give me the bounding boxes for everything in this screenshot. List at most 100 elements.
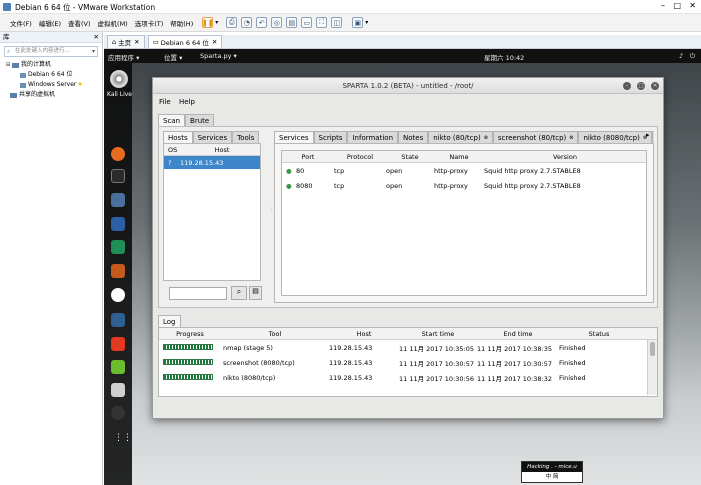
tab-scroll-right-icon[interactable]: ▸	[646, 131, 650, 139]
tab-close-icon[interactable]: ⊗	[569, 135, 573, 141]
tab-home[interactable]: ⌂ 主页 ✕	[107, 35, 145, 48]
col-host[interactable]: Host	[184, 146, 260, 154]
armitage-icon[interactable]	[111, 240, 125, 254]
menu-help[interactable]: Help	[179, 98, 195, 106]
tree-vm-windows[interactable]: Windows Server ★	[6, 80, 102, 90]
tab-brute[interactable]: Brute	[185, 114, 215, 126]
col-version[interactable]: Version	[484, 153, 646, 161]
sparta-maximize-icon[interactable]: □	[637, 82, 645, 90]
library-search-input[interactable]: ⌕ 在此处键入内容进行... ▾	[4, 46, 98, 57]
sparta-close-icon[interactable]: ✕	[651, 82, 659, 90]
show-apps-icon[interactable]: ⋮⋮	[114, 433, 132, 443]
col-state[interactable]: State	[386, 153, 434, 161]
burp-icon[interactable]	[111, 264, 125, 278]
tab-scripts[interactable]: Scripts	[313, 131, 348, 143]
fullscreen-icon[interactable]: ⛶	[316, 17, 328, 28]
revert-icon[interactable]: ↶	[256, 17, 268, 28]
maximize-icon[interactable]: □	[673, 1, 681, 10]
tab-nikto-8080[interactable]: nikto (8080/tcp) ⊗	[578, 131, 653, 143]
col-name[interactable]: Name	[434, 153, 484, 161]
tab-screenshot-8080[interactable]: scr	[652, 131, 654, 143]
search-dropdown-icon[interactable]: ▾	[92, 47, 95, 56]
volume-icon[interactable]: ♪	[679, 52, 683, 60]
log-row[interactable]: nmap (stage 5) 119.28.15.43 11 11月 2017 10…	[159, 340, 657, 355]
tree-my-computer[interactable]: ⊟ 我的计算机	[6, 60, 102, 70]
snapshot-icon[interactable]: ◔	[241, 17, 253, 28]
sparta-minimize-icon[interactable]: –	[623, 82, 631, 90]
host-filter-input[interactable]	[169, 287, 227, 300]
leafpad-icon[interactable]	[111, 360, 125, 374]
log-scrollbar[interactable]	[647, 340, 657, 395]
menu-view[interactable]: 查看(V)	[68, 18, 91, 28]
console-view-icon[interactable]: ▣	[352, 17, 364, 28]
tab-services[interactable]: Services	[274, 131, 314, 143]
sparta-icon[interactable]	[111, 313, 125, 327]
files-icon[interactable]	[111, 193, 125, 207]
places-menu[interactable]: 位置 ▾	[164, 52, 182, 62]
log-row[interactable]: nikto (8080/tcp) 119.28.15.43 11 11月 2017 …	[159, 370, 657, 385]
sidebar-toggle-icon[interactable]: ▤	[286, 17, 298, 28]
firefox-icon[interactable]	[111, 147, 125, 161]
menu-file[interactable]: File	[159, 98, 171, 106]
app-icon[interactable]	[111, 383, 125, 397]
tab-nikto-80[interactable]: nikto (80/tcp) ⊗	[428, 131, 493, 143]
metasploit-icon[interactable]	[111, 217, 125, 231]
tab-log[interactable]: Log	[158, 315, 181, 327]
tree-shared-vms[interactable]: 共享的虚拟机	[6, 90, 102, 100]
filter-button[interactable]: ▤	[249, 286, 262, 300]
tab-debian[interactable]: ▭ Debian 6 64 位 ✕	[147, 35, 223, 48]
tab-services-left[interactable]: Services	[192, 131, 233, 143]
menu-tabs[interactable]: 选项卡(T)	[135, 18, 164, 28]
search-button[interactable]: ⌕	[231, 286, 247, 300]
col-start-time[interactable]: Start time	[399, 330, 477, 338]
maltego-icon[interactable]	[111, 288, 125, 302]
library-close-icon[interactable]: ✕	[94, 32, 99, 43]
host-row[interactable]: ? 119.28.15.43	[164, 156, 260, 169]
col-log-host[interactable]: Host	[329, 330, 399, 338]
col-port[interactable]: Port	[282, 153, 334, 161]
col-protocol[interactable]: Protocol	[334, 153, 386, 161]
col-progress[interactable]: Progress	[159, 330, 221, 338]
tab-notes[interactable]: Notes	[398, 131, 429, 143]
send-keys-icon[interactable]: ⎙	[226, 17, 238, 28]
tab-scan[interactable]: Scan	[158, 114, 186, 126]
service-row[interactable]: ● 8080 tcp open http-proxy Squid http pr…	[282, 178, 646, 193]
col-tool[interactable]: Tool	[221, 330, 329, 338]
log-row[interactable]: screenshot (8080/tcp) 119.28.15.43 11 11月 …	[159, 355, 657, 370]
console-dropdown-icon[interactable]: ▾	[365, 19, 368, 26]
disc-icon[interactable]	[110, 70, 128, 88]
tab-information[interactable]: Information	[347, 131, 399, 143]
menu-edit[interactable]: 编辑(E)	[39, 18, 61, 28]
close-icon[interactable]: ✕	[689, 1, 696, 10]
kali-dragon-icon[interactable]	[111, 406, 125, 420]
clock[interactable]: 星期六 10:42	[484, 52, 524, 62]
service-row[interactable]: ● 80 tcp open http-proxy Squid http prox…	[282, 163, 646, 178]
tab-close-icon[interactable]: ✕	[134, 38, 139, 46]
menu-vm[interactable]: 虚拟机(M)	[98, 18, 128, 28]
tab-close-icon[interactable]: ⊗	[484, 135, 488, 141]
tab-tools[interactable]: Tools	[232, 131, 260, 143]
terminal-icon[interactable]	[111, 169, 125, 183]
col-status[interactable]: Status	[559, 330, 639, 338]
col-os[interactable]: OS	[164, 146, 184, 154]
minimize-icon[interactable]: –	[661, 1, 665, 10]
unity-icon[interactable]: ◫	[331, 17, 343, 28]
scrollbar-thumb[interactable]	[650, 342, 655, 356]
power-icon[interactable]: ⏻	[690, 52, 695, 61]
menu-file[interactable]: 文件(F)	[10, 18, 32, 28]
sparta-title-bar[interactable]: SPARTA 1.0.2 (BETA) - untitled - /root/ …	[153, 78, 663, 94]
col-end-time[interactable]: End time	[477, 330, 559, 338]
applications-menu[interactable]: 应用程序 ▾	[108, 52, 139, 62]
tab-close-icon[interactable]: ✕	[212, 38, 217, 46]
faraday-icon[interactable]	[111, 337, 125, 351]
tab-hosts[interactable]: Hosts	[163, 131, 193, 143]
active-app-menu[interactable]: Sparta.py ▾	[200, 52, 237, 60]
thumbnail-icon[interactable]: ▭	[301, 17, 313, 28]
menu-help[interactable]: 帮助(H)	[170, 18, 193, 28]
pause-icon[interactable]: ❚❚	[202, 17, 214, 28]
tree-vm-debian[interactable]: Debian 6 64 位	[6, 70, 102, 80]
guest-screen[interactable]: 应用程序 ▾ 位置 ▾ Sparta.py ▾ 星期六 10:42 ♪ ⏻ Ka…	[104, 49, 701, 485]
tab-screenshot-80[interactable]: screenshot (80/tcp) ⊗	[492, 131, 579, 143]
manage-snapshots-icon[interactable]: ◎	[271, 17, 283, 28]
dropdown-icon[interactable]: ▾	[215, 19, 218, 26]
